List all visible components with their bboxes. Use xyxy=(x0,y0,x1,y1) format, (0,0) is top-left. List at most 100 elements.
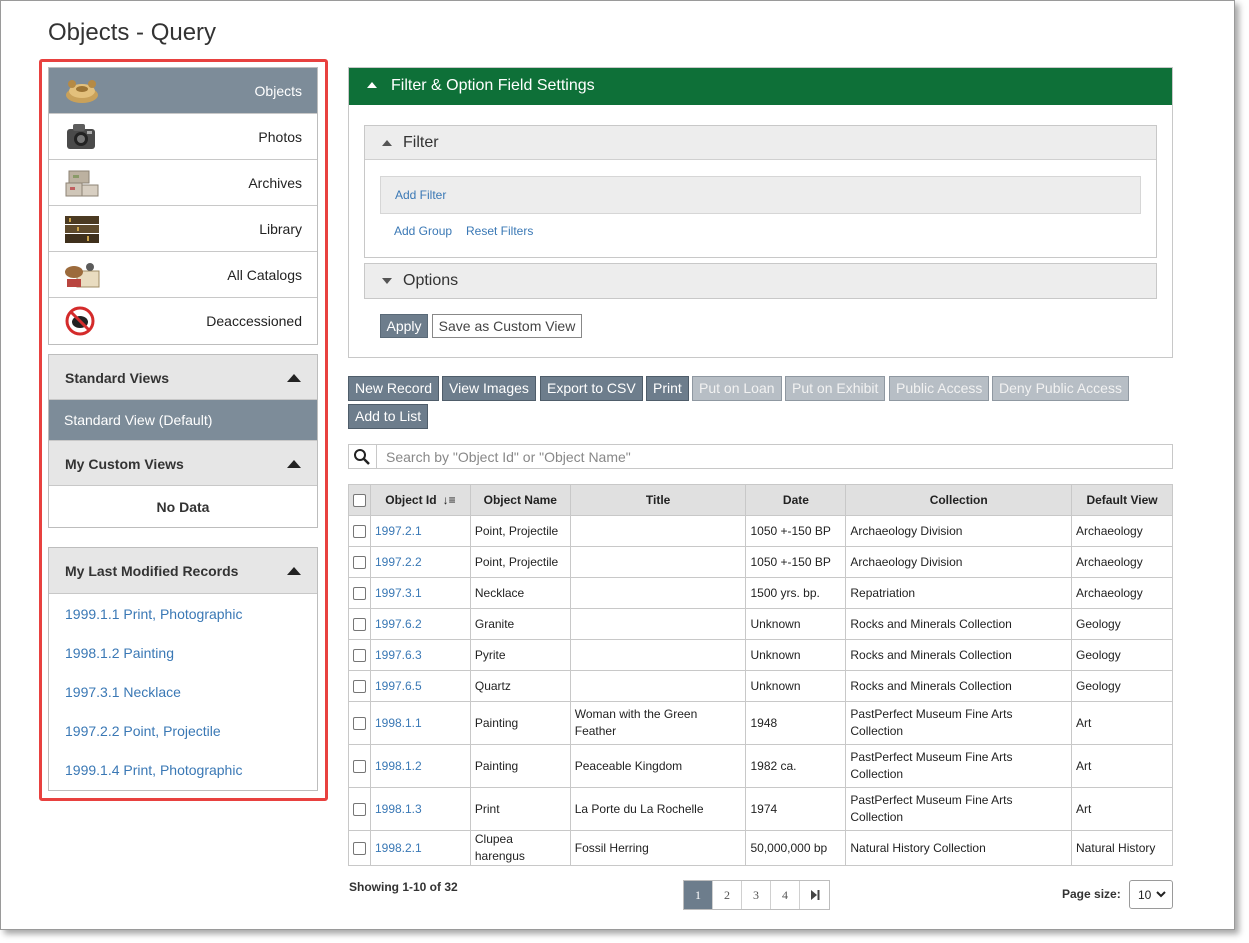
catalog-item-photos[interactable]: Photos xyxy=(49,114,317,160)
expand-caret-icon[interactable] xyxy=(382,278,392,284)
standard-view-default[interactable]: Standard View (Default) xyxy=(49,400,317,441)
add-to-list-button[interactable]: Add to List xyxy=(348,404,429,429)
page-size-select[interactable]: 10 xyxy=(1129,880,1173,909)
row-checkbox[interactable] xyxy=(352,586,366,600)
collapse-caret-icon[interactable] xyxy=(287,567,301,575)
object-id-link[interactable]: 1998.1.3 xyxy=(375,802,422,816)
row-checkbox[interactable] xyxy=(352,841,366,855)
row-select-cell xyxy=(348,639,371,671)
reset-filters-link[interactable]: Reset Filters xyxy=(466,224,533,238)
catalog-item-library[interactable]: Library xyxy=(49,206,317,252)
recent-record-link[interactable]: 1999.1.1 Print, Photographic xyxy=(49,594,317,633)
page-button-1[interactable]: 1 xyxy=(684,881,713,909)
add-filter-bar: Add Filter xyxy=(380,176,1141,214)
column-header-title[interactable]: Title xyxy=(569,484,747,516)
object-id-link[interactable]: 1997.6.3 xyxy=(375,648,422,662)
filter-subpanel-header[interactable]: Filter xyxy=(365,126,1156,160)
collapse-caret-icon[interactable] xyxy=(287,460,301,468)
search-input[interactable] xyxy=(376,445,1170,468)
row-checkbox[interactable] xyxy=(352,617,366,631)
row-checkbox[interactable] xyxy=(352,716,366,730)
save-custom-view-button[interactable]: Save as Custom View xyxy=(432,314,582,338)
object-id-link[interactable]: 1997.2.2 xyxy=(375,555,422,569)
recent-record-link[interactable]: 1997.2.2 Point, Projectile xyxy=(49,711,317,750)
standard-views-header[interactable]: Standard Views xyxy=(49,355,317,400)
cell-object-name: Necklace xyxy=(469,577,571,609)
collapse-caret-icon[interactable] xyxy=(287,374,301,382)
cell-default-view: Art xyxy=(1071,701,1173,745)
object-id-link[interactable]: 1997.3.1 xyxy=(375,586,422,600)
table-row[interactable]: 1998.1.2 Painting Peaceable Kingdom 1982 ca… xyxy=(348,744,1173,788)
print-button[interactable]: Print xyxy=(646,376,689,401)
export-csv-button[interactable]: Export to CSV xyxy=(540,376,643,401)
object-id-link[interactable]: 1997.2.1 xyxy=(375,524,422,538)
recent-record-link[interactable]: 1999.1.4 Print, Photographic xyxy=(49,750,317,789)
row-checkbox[interactable] xyxy=(352,802,366,816)
page-button-4[interactable]: 4 xyxy=(771,881,800,909)
all-catalogs-icon xyxy=(63,259,101,291)
cell-collection: Repatriation xyxy=(845,577,1073,609)
catalog-item-objects[interactable]: Objects xyxy=(49,68,317,114)
page-button-3[interactable]: 3 xyxy=(742,881,771,909)
table-row[interactable]: 1998.1.3 Print La Porte du La Rochelle 1974… xyxy=(348,787,1173,831)
custom-views-header[interactable]: My Custom Views xyxy=(49,441,317,486)
recent-record-link[interactable]: 1997.3.1 Necklace xyxy=(49,672,317,711)
catalog-item-all-catalogs[interactable]: All Catalogs xyxy=(49,252,317,298)
add-group-link[interactable]: Add Group xyxy=(394,224,452,238)
put-on-exhibit-button[interactable]: Put on Exhibit xyxy=(785,376,886,401)
public-access-button[interactable]: Public Access xyxy=(889,376,990,401)
sort-descending-icon[interactable]: ↓≡ xyxy=(443,493,456,507)
table-row[interactable]: 1997.6.5 Quartz Unknown Rocks and Minerals … xyxy=(348,670,1173,702)
cell-collection: Archaeology Division xyxy=(845,546,1073,578)
column-header-object-name[interactable]: Object Name xyxy=(469,484,571,516)
table-row[interactable]: 1997.6.3 Pyrite Unknown Rocks and Minerals … xyxy=(348,639,1173,671)
column-header-date[interactable]: Date xyxy=(745,484,847,516)
cell-collection: PastPerfect Museum Fine Arts Collection xyxy=(845,787,1073,831)
page-button-2[interactable]: 2 xyxy=(713,881,742,909)
column-header-collection[interactable]: Collection xyxy=(845,484,1073,516)
search-icon[interactable] xyxy=(353,448,371,466)
object-id-link[interactable]: 1997.6.5 xyxy=(375,679,422,693)
table-row[interactable]: 1998.1.1 Painting Woman with the Green Fea… xyxy=(348,701,1173,745)
cell-date: 1050 +-150 BP xyxy=(745,546,847,578)
row-checkbox[interactable] xyxy=(352,648,366,662)
new-record-button[interactable]: New Record xyxy=(348,376,440,401)
object-id-link[interactable]: 1997.6.2 xyxy=(375,617,422,631)
records-table: Object Id ↓≡ Object Name Title Date Colle… xyxy=(348,484,1173,866)
table-row[interactable]: 1997.3.1 Necklace 1500 yrs. bp. Repatriatio… xyxy=(348,577,1173,609)
collapse-caret-icon[interactable] xyxy=(382,140,392,146)
last-page-button[interactable] xyxy=(800,881,829,909)
table-row[interactable]: 1998.2.1 Clupea harengus Fossil Herring 50,… xyxy=(348,830,1173,866)
column-header-object-id[interactable]: Object Id ↓≡ xyxy=(369,484,471,516)
recent-records-header[interactable]: My Last Modified Records xyxy=(49,548,317,594)
object-id-link[interactable]: 1998.1.1 xyxy=(375,716,422,730)
row-checkbox[interactable] xyxy=(352,679,366,693)
options-subpanel-header[interactable]: Options xyxy=(365,264,1156,298)
chevron-down-icon xyxy=(1156,891,1166,898)
apply-button[interactable]: Apply xyxy=(380,314,428,338)
collapse-caret-icon[interactable] xyxy=(367,82,377,88)
catalog-item-deaccessioned[interactable]: Deaccessioned xyxy=(49,298,317,344)
recent-record-link[interactable]: 1998.1.2 Painting xyxy=(49,633,317,672)
table-row[interactable]: 1997.2.2 Point, Projectile 1050 +-150 BP Ar… xyxy=(348,546,1173,578)
object-id-link[interactable]: 1998.2.1 xyxy=(375,841,422,855)
view-images-button[interactable]: View Images xyxy=(442,376,536,401)
deny-public-access-button[interactable]: Deny Public Access xyxy=(992,376,1129,401)
select-all-checkbox[interactable] xyxy=(352,494,366,508)
select-all-cell xyxy=(348,484,371,516)
catalog-item-archives[interactable]: Archives xyxy=(49,160,317,206)
column-header-default-view[interactable]: Default View xyxy=(1071,484,1173,516)
row-checkbox[interactable] xyxy=(352,555,366,569)
filter-settings-header[interactable]: Filter & Option Field Settings xyxy=(349,68,1172,105)
table-row[interactable]: 1997.2.1 Point, Projectile 1050 +-150 BP Ar… xyxy=(348,515,1173,547)
row-checkbox[interactable] xyxy=(352,524,366,538)
cell-object-name: Painting xyxy=(469,701,571,745)
row-select-cell xyxy=(348,670,371,702)
add-filter-link[interactable]: Add Filter xyxy=(395,188,446,202)
recent-records-panel: My Last Modified Records 1999.1.1 Print,… xyxy=(48,547,318,791)
cell-title xyxy=(569,639,747,671)
put-on-loan-button[interactable]: Put on Loan xyxy=(692,376,782,401)
row-checkbox[interactable] xyxy=(352,759,366,773)
table-row[interactable]: 1997.6.2 Granite Unknown Rocks and Minerals… xyxy=(348,608,1173,640)
object-id-link[interactable]: 1998.1.2 xyxy=(375,759,422,773)
